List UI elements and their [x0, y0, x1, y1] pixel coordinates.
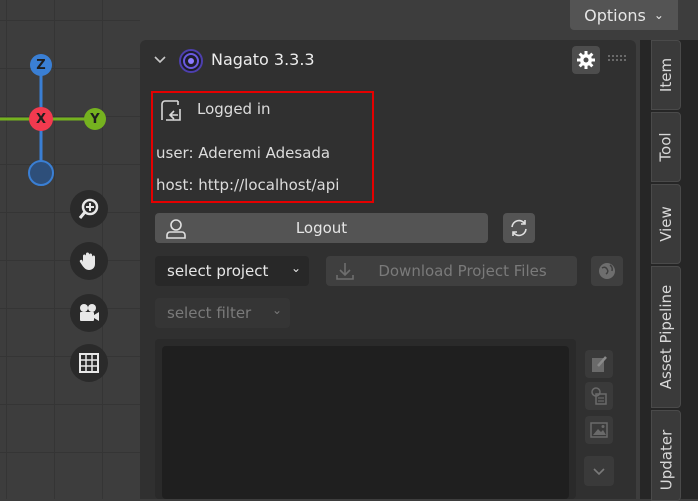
chevron-down-icon: ⌄	[291, 261, 302, 275]
gizmo-z-ball[interactable]: Z	[30, 54, 52, 76]
hand-icon	[79, 252, 95, 270]
tab-item-label: Item	[657, 57, 675, 93]
gizmo-x-ball[interactable]: X	[29, 107, 53, 131]
gear-icon	[577, 51, 595, 69]
chevron-down-icon[interactable]	[152, 52, 168, 68]
project-select[interactable]: select project ⌄	[155, 256, 309, 286]
drag-handle-icon[interactable]	[608, 54, 628, 64]
download-project-files-button[interactable]: Download Project Files	[326, 256, 577, 286]
tab-tool[interactable]: Tool	[651, 112, 681, 182]
options-label: Options	[584, 5, 646, 25]
gizmo-neg-z-ball	[28, 160, 54, 186]
image-button[interactable]	[585, 416, 613, 444]
refresh-button[interactable]	[503, 213, 535, 243]
filter-select[interactable]: select filter ⌄	[155, 298, 290, 328]
chevron-down-icon: ⌄	[653, 8, 664, 22]
image-icon	[590, 422, 608, 438]
tab-view-label: View	[657, 206, 676, 242]
tab-asset-pipeline-label: Asset Pipeline	[657, 284, 676, 390]
tab-item[interactable]: Item	[651, 40, 681, 110]
open-file-button[interactable]	[585, 350, 613, 378]
options-dropdown[interactable]: Options ⌄	[570, 0, 678, 30]
tab-tool-label: Tool	[657, 132, 676, 162]
browse-web-button[interactable]	[591, 256, 623, 286]
refresh-icon	[511, 219, 527, 237]
edit-file-icon	[592, 356, 607, 372]
user-icon	[166, 219, 186, 239]
download-icon	[336, 263, 354, 280]
tab-updater[interactable]: Updater	[651, 410, 681, 501]
logout-button[interactable]: Logout	[155, 213, 488, 243]
gizmo-y-ball[interactable]: Y	[84, 108, 106, 130]
zoom-icon	[78, 198, 99, 219]
download-label: Download Project Files	[378, 262, 547, 280]
highlight-box	[151, 91, 374, 203]
project-select-label: select project	[167, 262, 269, 280]
tab-asset-pipeline[interactable]: Asset Pipeline	[651, 266, 681, 408]
camera-icon	[80, 304, 99, 321]
chevron-down-icon: ⌄	[272, 303, 283, 317]
chevron-down-icon	[593, 468, 605, 476]
zoom-button[interactable]	[70, 190, 108, 228]
copy-file-icon	[591, 387, 607, 405]
globe-icon	[599, 263, 615, 279]
filter-select-label: select filter	[167, 304, 252, 322]
copy-file-button[interactable]	[585, 382, 613, 410]
pan-button[interactable]	[70, 242, 108, 280]
tab-view[interactable]: View	[651, 184, 681, 264]
nagato-logo-icon	[179, 49, 203, 73]
tab-updater-label: Updater	[657, 429, 675, 491]
camera-view-button[interactable]	[70, 294, 108, 332]
logout-label: Logout	[295, 219, 348, 237]
file-list[interactable]	[162, 346, 569, 499]
navigation-gizmo[interactable]	[0, 40, 140, 200]
expand-button[interactable]	[584, 456, 614, 486]
settings-button[interactable]	[572, 46, 600, 74]
toggle-ortho-button[interactable]	[70, 344, 108, 382]
panel-title: Nagato 3.3.3	[211, 50, 315, 69]
grid-icon	[79, 353, 99, 373]
